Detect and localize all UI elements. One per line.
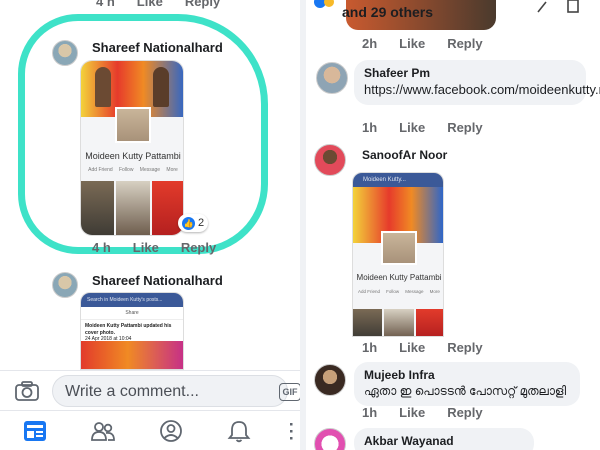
like-link[interactable]: Like	[137, 0, 163, 9]
shared-profile-screenshot[interactable]: Moideen Kutty... Moideen Kutty Pattambi …	[352, 172, 444, 337]
comment-time: 1h	[362, 120, 378, 135]
photo-thumb	[116, 181, 150, 235]
photo-thumb	[415, 309, 443, 336]
comment-time: 4 h	[96, 0, 115, 9]
reply-link[interactable]: Reply	[447, 36, 482, 51]
card-action-add-friend: Add Friend	[358, 289, 381, 294]
like-link[interactable]: Like	[399, 36, 425, 51]
card-search-bar: Search in Moideen Kutty's posts...	[81, 293, 183, 307]
comment-time: 1h	[362, 340, 378, 355]
card-action-message: Message	[405, 289, 424, 294]
card-action-more: More	[166, 167, 178, 173]
reactions-summary[interactable]: and 29 others	[342, 4, 433, 20]
card-photo-strip	[81, 181, 183, 235]
card-header-bar: Moideen Kutty...	[353, 173, 443, 187]
card-action-follow: Follow	[386, 289, 400, 294]
card-profile-name: Moideen Kutty Pattambi	[356, 273, 442, 282]
thumbs-up-icon: 👍	[182, 216, 195, 230]
avatar[interactable]	[52, 40, 78, 66]
photo-thumb	[81, 181, 115, 235]
poster-figure	[153, 67, 169, 107]
reaction-badge[interactable]: 👍 2	[178, 214, 209, 232]
comment-bubble: Akbar Wayanad	[354, 428, 534, 450]
shared-post-screenshot[interactable]: Search in Moideen Kutty's posts... Share…	[80, 292, 184, 370]
profile-icon[interactable]	[158, 419, 184, 443]
comment-meta: 1h Like Reply	[362, 120, 483, 135]
share-icons[interactable]	[526, 0, 586, 14]
comment-input[interactable]: Write a comment... GIF	[52, 375, 300, 407]
reply-link[interactable]: Reply	[447, 120, 482, 135]
card-actions: Add Friend Follow Message More	[355, 289, 443, 294]
comment-time: 4 h	[92, 240, 111, 255]
reply-link[interactable]: Reply	[447, 340, 482, 355]
avatar[interactable]	[314, 364, 346, 396]
right-panel: and 29 others 2h Like Reply Shafeer Pm h…	[306, 0, 600, 450]
shared-profile-screenshot[interactable]: Moideen Kutty Pattambi Add Friend Follow…	[80, 60, 184, 236]
reaction-icons	[314, 0, 334, 8]
like-link[interactable]: Like	[399, 340, 425, 355]
card-post-text: Moideen Kutty Pattambi updated his cover…	[85, 323, 172, 336]
comment-author[interactable]: Akbar Wayanad	[364, 434, 524, 448]
comment-meta: 1h Like Reply	[362, 340, 483, 355]
news-feed-icon[interactable]	[22, 419, 48, 443]
camera-icon[interactable]	[14, 379, 40, 403]
reply-link[interactable]: Reply	[447, 405, 482, 420]
comment-meta: 4 h Like Reply	[92, 240, 216, 255]
friends-icon[interactable]	[90, 419, 116, 443]
like-link[interactable]: Like	[399, 405, 425, 420]
comment-composer: Write a comment... GIF	[0, 370, 300, 410]
avatar[interactable]	[316, 62, 348, 94]
comment-text: ഏതാ ഇ പൊടടൻ പോസറ്റ് മുതലാളി	[364, 384, 567, 398]
like-link[interactable]: Like	[399, 120, 425, 135]
card-actions: Add Friend Follow Message More	[85, 167, 181, 173]
gif-button[interactable]: GIF	[279, 383, 300, 401]
comment-link[interactable]: https://www.facebook.com/moideenkutty.mo…	[364, 82, 600, 99]
avatar[interactable]	[52, 272, 78, 298]
comment-bubble: Shafeer Pm https://www.facebook.com/moid…	[354, 60, 600, 105]
reply-link[interactable]: Reply	[185, 0, 220, 9]
avatar[interactable]	[314, 428, 346, 450]
card-action-add-friend: Add Friend	[88, 167, 113, 173]
comment-input-placeholder: Write a comment...	[65, 383, 199, 400]
profile-picture	[381, 231, 417, 265]
comment-author[interactable]: Shareef Nationalhard	[92, 273, 223, 288]
comment-author[interactable]: Mujeeb Infra	[364, 368, 570, 382]
comment-meta: 1h Like Reply	[362, 405, 483, 420]
card-share-label: Share	[81, 307, 183, 320]
comment-time: 2h	[362, 36, 378, 51]
avatar[interactable]	[314, 144, 346, 176]
card-profile-name: Moideen Kutty Pattambi	[85, 151, 181, 161]
reaction-count: 2	[198, 217, 205, 229]
photo-thumb	[353, 309, 383, 336]
bottom-navigation	[0, 410, 300, 450]
comment-time: 1h	[362, 405, 378, 420]
card-post-image	[81, 341, 183, 369]
comment-author[interactable]: Shafeer Pm	[364, 66, 576, 80]
menu-icon[interactable]	[286, 419, 296, 443]
card-photo-strip	[353, 309, 443, 336]
like-link[interactable]: Like	[133, 240, 159, 255]
comment-author[interactable]: SanoofAr Noor	[362, 148, 447, 162]
card-action-more: More	[429, 289, 440, 294]
card-action-follow: Follow	[118, 167, 134, 173]
left-top-meta: 4 h Like Reply	[96, 0, 220, 9]
reply-link[interactable]: Reply	[181, 240, 216, 255]
comment-meta: 2h Like Reply	[362, 36, 483, 51]
profile-picture	[115, 107, 151, 143]
comment-bubble: Mujeeb Infra ഏതാ ഇ പൊടടൻ പോസറ്റ് മുതലാളി	[354, 362, 580, 406]
comment-author[interactable]: Shareef Nationalhard	[92, 40, 223, 55]
screenshot-root: 4 h Like Reply Shareef Nationalhard Moid…	[0, 0, 600, 450]
notifications-bell-icon[interactable]	[226, 419, 252, 443]
left-panel: 4 h Like Reply Shareef Nationalhard Moid…	[0, 0, 300, 450]
poster-figure	[95, 67, 111, 107]
photo-thumb	[384, 309, 414, 336]
card-action-message: Message	[139, 167, 161, 173]
